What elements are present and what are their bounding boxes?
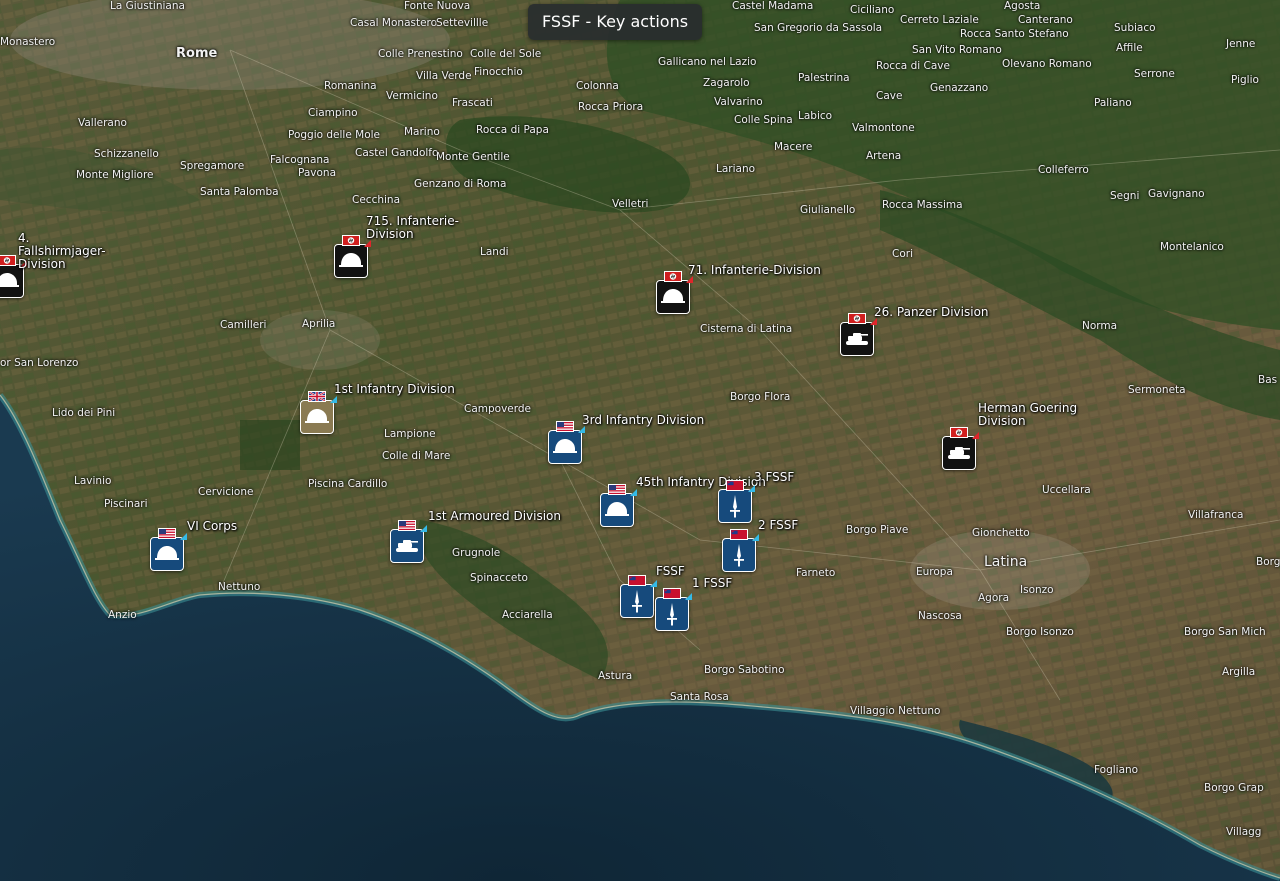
unit-label[interactable]: 26. Panzer Division <box>874 306 989 319</box>
unit-label[interactable]: Herman Goering Division <box>978 402 1078 428</box>
unit-label[interactable]: 3rd Infantry Division <box>582 414 704 427</box>
unit-label[interactable]: 1st Armoured Division <box>428 510 561 523</box>
unit-label[interactable]: 45th Infantry Division <box>636 476 766 489</box>
dagger-icon <box>718 489 752 523</box>
german-flag-icon <box>0 255 16 266</box>
us-flag-icon <box>556 421 574 432</box>
unit-marker-1-fssf[interactable] <box>655 588 692 631</box>
helmet-icon <box>334 244 368 278</box>
helmet-icon <box>600 493 634 527</box>
allegiance-corner-icon <box>330 396 337 403</box>
unit-marker-vi-corps[interactable] <box>150 528 187 571</box>
unit-label[interactable]: VI Corps <box>187 520 237 533</box>
canadian-red-ensign-icon <box>730 529 748 540</box>
unit-marker-1st-armoured[interactable] <box>390 520 427 563</box>
unit-label[interactable]: 2 FSSF <box>758 519 798 532</box>
allegiance-corner-icon <box>364 240 371 247</box>
allegiance-corner-icon <box>180 533 187 540</box>
allegiance-corner-icon <box>630 489 637 496</box>
unit-label[interactable]: 3 FSSF <box>754 471 794 484</box>
terrain-background <box>0 0 1280 881</box>
uk-flag-icon <box>308 391 326 402</box>
unit-label[interactable]: 4. Fallshirmjager-Division <box>18 232 118 271</box>
unit-marker-fssf[interactable] <box>620 575 657 618</box>
dagger-icon <box>722 538 756 572</box>
unit-marker-1st-infantry[interactable] <box>300 391 337 434</box>
unit-marker-herman-goering[interactable] <box>942 427 979 470</box>
german-flag-icon <box>950 427 968 438</box>
unit-label[interactable]: 1 FSSF <box>692 577 732 590</box>
canadian-red-ensign-icon <box>663 588 681 599</box>
us-flag-icon <box>158 528 176 539</box>
unit-marker-3rd-infantry[interactable] <box>548 421 585 464</box>
allegiance-corner-icon <box>870 318 877 325</box>
dagger-icon <box>655 597 689 631</box>
unit-marker-71-infanterie[interactable] <box>656 271 693 314</box>
unit-label[interactable]: 71. Infanterie-Division <box>688 264 821 277</box>
unit-marker-3-fssf[interactable] <box>718 480 755 523</box>
dagger-icon <box>620 584 654 618</box>
allegiance-corner-icon <box>752 534 759 541</box>
unit-marker-715-infanterie[interactable] <box>334 235 371 278</box>
story-title-button[interactable]: FSSF - Key actions <box>528 4 703 40</box>
allegiance-corner-icon <box>972 432 979 439</box>
tank-icon <box>942 436 976 470</box>
canadian-red-ensign-icon <box>628 575 646 586</box>
unit-label[interactable]: 715. Infanterie-Division <box>366 215 466 241</box>
unit-marker-45th-infantry[interactable] <box>600 484 637 527</box>
satellite-map[interactable]: La Giustiniana Casal Monastero Settevillle… <box>0 0 1280 881</box>
helmet-icon <box>300 400 334 434</box>
us-flag-icon <box>398 520 416 531</box>
allegiance-corner-icon <box>650 580 657 587</box>
unit-marker-2-fssf[interactable] <box>722 529 759 572</box>
unit-label[interactable]: FSSF <box>656 565 685 578</box>
allegiance-corner-icon <box>748 485 755 492</box>
unit-marker-26-panzer[interactable] <box>840 313 877 356</box>
unit-label[interactable]: 1st Infantry Division <box>334 383 455 396</box>
helmet-icon <box>548 430 582 464</box>
tank-icon <box>840 322 874 356</box>
german-flag-icon <box>848 313 866 324</box>
tank-icon <box>390 529 424 563</box>
allegiance-corner-icon <box>420 525 427 532</box>
canadian-red-ensign-icon <box>726 480 744 491</box>
allegiance-corner-icon <box>578 426 585 433</box>
allegiance-corner-icon <box>685 593 692 600</box>
us-flag-icon <box>608 484 626 495</box>
german-flag-icon <box>342 235 360 246</box>
helmet-icon <box>150 537 184 571</box>
allegiance-corner-icon <box>686 276 693 283</box>
helmet-icon <box>656 280 690 314</box>
german-flag-icon <box>664 271 682 282</box>
